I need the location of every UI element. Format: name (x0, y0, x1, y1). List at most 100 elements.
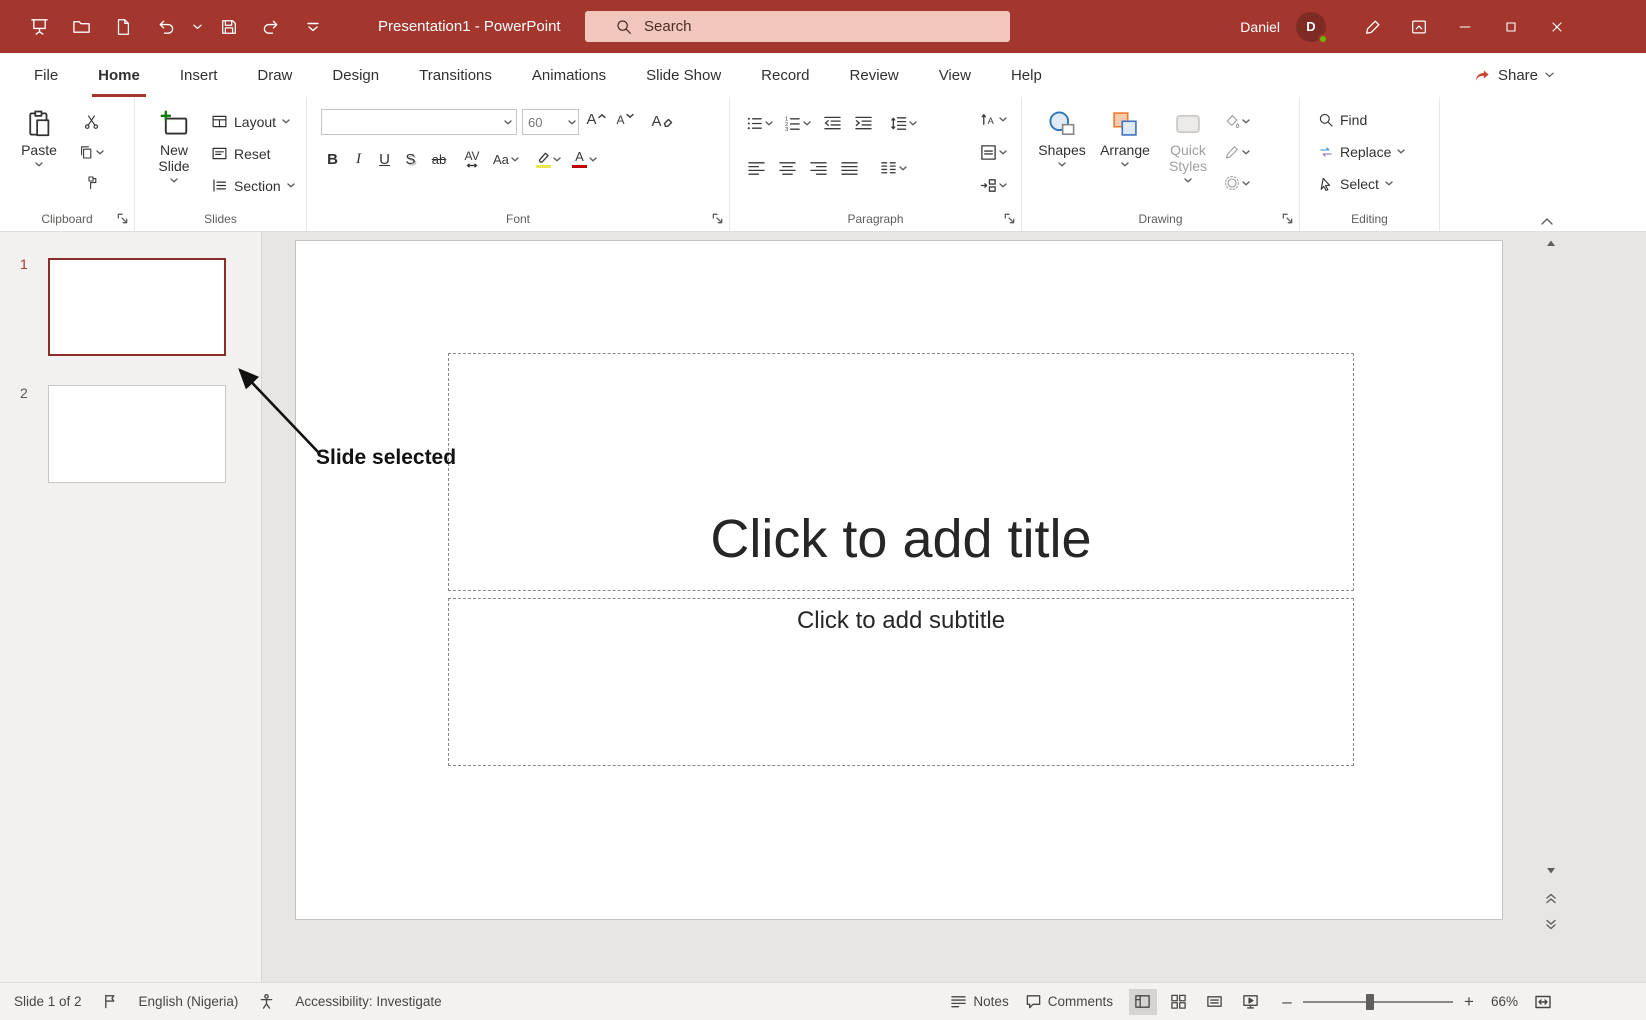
zoom-in-button[interactable]: + (1463, 992, 1475, 1012)
zoom-slider-thumb[interactable] (1365, 993, 1374, 1010)
font-size-input[interactable] (523, 114, 566, 130)
shape-fill-button[interactable] (1222, 109, 1252, 133)
format-painter-button[interactable] (76, 171, 106, 195)
undo-button[interactable] (144, 9, 186, 45)
find-button[interactable]: Find (1318, 107, 1439, 132)
font-color-button[interactable]: A (570, 148, 599, 172)
paste-button[interactable]: Paste (10, 105, 68, 195)
collapse-ribbon-button[interactable] (1540, 217, 1554, 226)
character-spacing-button[interactable]: AV (460, 148, 484, 172)
new-file-button[interactable] (102, 9, 144, 45)
share-button[interactable]: Share (1473, 53, 1554, 97)
align-left-button[interactable] (744, 156, 768, 180)
align-right-button[interactable] (806, 156, 830, 180)
select-button[interactable]: Select (1318, 171, 1439, 196)
bullets-button[interactable] (744, 111, 775, 135)
language-indicator[interactable]: English (Nigeria) (139, 994, 239, 1009)
title-placeholder[interactable]: Click to add title (448, 353, 1354, 591)
cut-button[interactable] (76, 109, 106, 133)
inking-button[interactable] (1350, 0, 1396, 53)
align-text-button[interactable] (978, 140, 1009, 164)
reset-button[interactable]: Reset (211, 141, 295, 166)
slideshow-button[interactable] (1237, 989, 1265, 1015)
tab-slide-show[interactable]: Slide Show (626, 53, 741, 97)
zoom-level[interactable]: 66% (1491, 994, 1518, 1009)
vertical-scrollbar[interactable] (1540, 232, 1562, 982)
slide-2-thumbnail[interactable] (48, 385, 226, 483)
drawing-dialog-launcher[interactable] (1281, 212, 1294, 225)
strikethrough-button[interactable]: ab (425, 147, 453, 172)
proofing-flag-icon[interactable] (102, 993, 119, 1010)
next-slide-button[interactable] (1540, 916, 1562, 934)
line-spacing-button[interactable] (888, 111, 919, 135)
tab-design[interactable]: Design (312, 53, 399, 97)
copy-button[interactable] (76, 140, 106, 164)
columns-button[interactable] (878, 156, 909, 180)
arrange-button[interactable]: Arrange (1096, 105, 1154, 195)
bold-button[interactable]: B (321, 147, 344, 172)
tab-record[interactable]: Record (741, 53, 829, 97)
zoom-slider[interactable] (1302, 993, 1453, 1010)
open-button[interactable] (60, 9, 102, 45)
redo-button[interactable] (250, 9, 292, 45)
previous-slide-button[interactable] (1540, 889, 1562, 907)
scroll-down-button[interactable] (1540, 862, 1562, 880)
shapes-button[interactable]: Shapes (1036, 105, 1088, 195)
replace-button[interactable]: Replace (1318, 139, 1439, 164)
text-shadow-button[interactable]: S (399, 147, 422, 172)
reading-view-button[interactable] (1201, 989, 1229, 1015)
normal-view-button[interactable] (1128, 988, 1157, 1015)
quick-styles-button[interactable]: Quick Styles (1162, 105, 1214, 195)
underline-button[interactable]: U (373, 147, 396, 172)
slide-indicator[interactable]: Slide 1 of 2 (14, 994, 82, 1009)
decrease-font-size-button[interactable]: A (613, 110, 637, 134)
accessibility-status[interactable]: Accessibility: Investigate (295, 994, 441, 1009)
decrease-indent-button[interactable] (820, 111, 844, 135)
justify-button[interactable] (837, 156, 861, 180)
font-size-combobox[interactable] (522, 109, 579, 135)
clear-formatting-button[interactable]: A (650, 110, 674, 134)
text-direction-button[interactable]: A (978, 107, 1009, 131)
slide-1-thumbnail[interactable] (48, 258, 226, 356)
fit-slide-to-window-button[interactable] (1534, 993, 1552, 1011)
search-box[interactable] (585, 11, 1010, 42)
tab-draw[interactable]: Draw (237, 53, 312, 97)
new-slide-button[interactable]: New Slide (145, 105, 203, 198)
start-slideshow-button[interactable] (18, 9, 60, 45)
font-dialog-launcher[interactable] (711, 212, 724, 225)
comments-toggle[interactable]: Comments (1025, 993, 1113, 1010)
zoom-out-button[interactable]: – (1281, 992, 1293, 1012)
customize-quick-access-button[interactable] (292, 9, 334, 45)
undo-dropdown-button[interactable] (186, 9, 208, 45)
convert-to-smartart-button[interactable] (978, 173, 1009, 197)
change-case-button[interactable]: Aa (491, 148, 521, 172)
tab-review[interactable]: Review (830, 53, 919, 97)
clipboard-dialog-launcher[interactable] (116, 212, 129, 225)
tab-help[interactable]: Help (991, 53, 1062, 97)
tab-animations[interactable]: Animations (512, 53, 626, 97)
tab-file[interactable]: File (14, 53, 78, 97)
tab-transitions[interactable]: Transitions (399, 53, 512, 97)
minimize-button[interactable] (1442, 0, 1488, 53)
subtitle-placeholder[interactable]: Click to add subtitle (448, 598, 1354, 766)
increase-font-size-button[interactable]: A (584, 110, 608, 134)
font-name-input[interactable] (322, 114, 501, 130)
text-highlight-color-button[interactable] (534, 148, 563, 172)
tab-view[interactable]: View (919, 53, 991, 97)
slide-1-editing-surface[interactable]: Click to add title Click to add subtitle (295, 240, 1503, 920)
scroll-up-button[interactable] (1540, 234, 1562, 252)
layout-button[interactable]: Layout (211, 109, 295, 134)
numbering-button[interactable]: 123 (782, 111, 813, 135)
tab-home[interactable]: Home (78, 53, 160, 97)
notes-toggle[interactable]: Notes (950, 993, 1009, 1010)
slide-sorter-view-button[interactable] (1165, 989, 1193, 1015)
shape-effects-button[interactable] (1222, 171, 1252, 195)
italic-button[interactable]: I (347, 147, 370, 172)
user-name[interactable]: Daniel (1240, 19, 1280, 35)
font-name-combobox[interactable] (321, 109, 517, 135)
search-input[interactable] (644, 18, 974, 35)
ribbon-display-options-button[interactable] (1396, 0, 1442, 53)
align-center-button[interactable] (775, 156, 799, 180)
tab-insert[interactable]: Insert (160, 53, 238, 97)
user-avatar[interactable]: D (1296, 11, 1328, 44)
